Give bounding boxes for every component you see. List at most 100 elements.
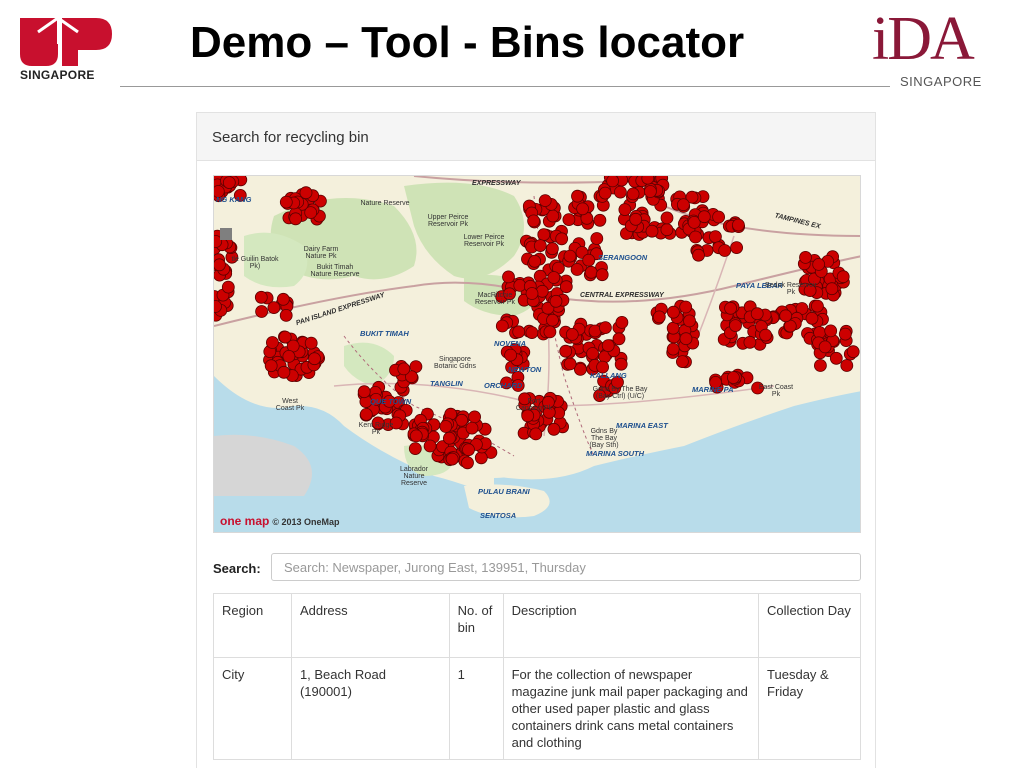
bin-marker[interactable] — [529, 427, 543, 441]
bin-marker[interactable] — [423, 439, 437, 453]
bin-marker[interactable] — [299, 186, 313, 200]
bin-marker[interactable] — [825, 282, 839, 296]
bin-marker[interactable] — [730, 241, 743, 254]
bin-marker[interactable] — [812, 258, 826, 271]
bin-marker[interactable] — [641, 176, 655, 185]
bin-marker[interactable] — [729, 319, 742, 333]
bin-marker[interactable] — [615, 315, 629, 329]
bin-marker[interactable] — [277, 365, 291, 379]
bin-marker[interactable] — [666, 321, 680, 335]
bin-marker[interactable] — [613, 185, 627, 199]
bin-marker[interactable] — [282, 349, 296, 363]
bin-marker[interactable] — [571, 189, 584, 203]
bin-marker[interactable] — [805, 311, 819, 325]
bin-marker[interactable] — [829, 351, 843, 365]
bin-marker[interactable] — [838, 327, 852, 341]
bin-marker[interactable] — [697, 210, 711, 224]
bin-marker[interactable] — [439, 420, 453, 433]
bin-marker[interactable] — [397, 362, 411, 376]
bin-marker[interactable] — [570, 263, 584, 276]
bin-marker[interactable] — [525, 326, 539, 340]
bin-marker[interactable] — [606, 176, 619, 188]
search-input[interactable] — [271, 553, 861, 581]
bin-marker[interactable] — [846, 345, 860, 359]
bin-marker[interactable] — [679, 300, 693, 314]
bin-marker[interactable] — [264, 359, 278, 373]
bins-map[interactable]: NG KANG Nature Reserve Upper Peirce Rese… — [213, 175, 861, 533]
bin-marker[interactable] — [679, 332, 693, 346]
bin-marker[interactable] — [629, 212, 643, 226]
column-header-description[interactable]: Description — [502, 593, 760, 658]
bin-marker[interactable] — [836, 270, 850, 284]
bin-marker[interactable] — [547, 271, 561, 284]
bin-marker[interactable] — [660, 211, 674, 225]
bin-marker[interactable] — [276, 292, 290, 306]
bin-marker[interactable] — [559, 280, 573, 294]
bin-marker[interactable] — [359, 407, 373, 421]
bin-marker[interactable] — [563, 357, 577, 371]
bin-marker[interactable] — [445, 452, 459, 466]
bin-marker[interactable] — [708, 230, 722, 243]
bin-marker[interactable] — [547, 422, 561, 436]
bin-marker[interactable] — [590, 232, 604, 245]
bin-marker[interactable] — [535, 284, 549, 298]
bin-marker[interactable] — [468, 410, 482, 424]
bin-marker[interactable] — [750, 307, 764, 321]
bin-marker[interactable] — [614, 357, 628, 371]
bin-marker[interactable] — [759, 328, 772, 342]
bin-marker[interactable] — [743, 335, 757, 349]
bin-marker[interactable] — [545, 242, 559, 256]
bin-marker[interactable] — [549, 294, 563, 308]
bin-marker[interactable] — [222, 176, 236, 189]
bin-marker[interactable] — [576, 202, 590, 216]
bin-marker[interactable] — [595, 268, 609, 282]
bin-marker[interactable] — [818, 340, 832, 354]
bin-marker[interactable] — [304, 336, 318, 350]
column-header-region[interactable]: Region — [213, 593, 292, 658]
bin-marker[interactable] — [266, 336, 279, 349]
table-row[interactable]: City 1, Beach Road (190001) 1 For the co… — [213, 657, 861, 760]
bin-marker[interactable] — [528, 254, 542, 268]
bin-marker[interactable] — [732, 218, 745, 232]
bin-marker[interactable] — [582, 253, 596, 267]
bin-marker[interactable] — [289, 212, 302, 226]
bin-marker[interactable] — [465, 421, 479, 435]
bin-marker[interactable] — [546, 313, 559, 327]
bin-marker[interactable] — [618, 203, 632, 216]
bin-marker[interactable] — [504, 348, 518, 362]
bin-marker[interactable] — [824, 324, 838, 338]
bin-marker[interactable] — [626, 187, 640, 201]
bin-marker[interactable] — [267, 301, 281, 315]
bin-marker[interactable] — [666, 305, 680, 319]
bin-marker[interactable] — [799, 251, 812, 264]
bin-marker[interactable] — [254, 290, 268, 304]
bin-marker[interactable] — [675, 355, 689, 369]
bin-marker[interactable] — [601, 339, 615, 353]
bin-marker[interactable] — [533, 239, 547, 252]
bin-marker[interactable] — [537, 228, 551, 241]
bin-marker[interactable] — [502, 270, 515, 284]
column-header-address[interactable]: Address — [290, 593, 450, 658]
bin-marker[interactable] — [724, 301, 737, 315]
bin-marker[interactable] — [409, 429, 423, 443]
bin-marker[interactable] — [593, 213, 607, 227]
bin-marker[interactable] — [559, 344, 573, 358]
bin-marker[interactable] — [645, 224, 659, 238]
bin-marker[interactable] — [555, 232, 569, 246]
bin-marker[interactable] — [304, 206, 318, 219]
bin-marker[interactable] — [408, 442, 422, 456]
bin-marker[interactable] — [712, 210, 726, 224]
bin-marker[interactable] — [643, 185, 657, 198]
bin-marker[interactable] — [612, 332, 626, 346]
bin-marker[interactable] — [811, 299, 824, 313]
bin-marker[interactable] — [676, 198, 690, 212]
bin-marker[interactable] — [474, 451, 488, 465]
bin-marker[interactable] — [565, 327, 579, 341]
bin-marker[interactable] — [660, 223, 674, 237]
bin-marker[interactable] — [279, 308, 293, 322]
bin-marker[interactable] — [689, 230, 702, 244]
bin-marker[interactable] — [221, 280, 235, 294]
bin-marker[interactable] — [495, 319, 509, 333]
bin-marker[interactable] — [586, 347, 600, 360]
bin-marker[interactable] — [462, 443, 475, 457]
